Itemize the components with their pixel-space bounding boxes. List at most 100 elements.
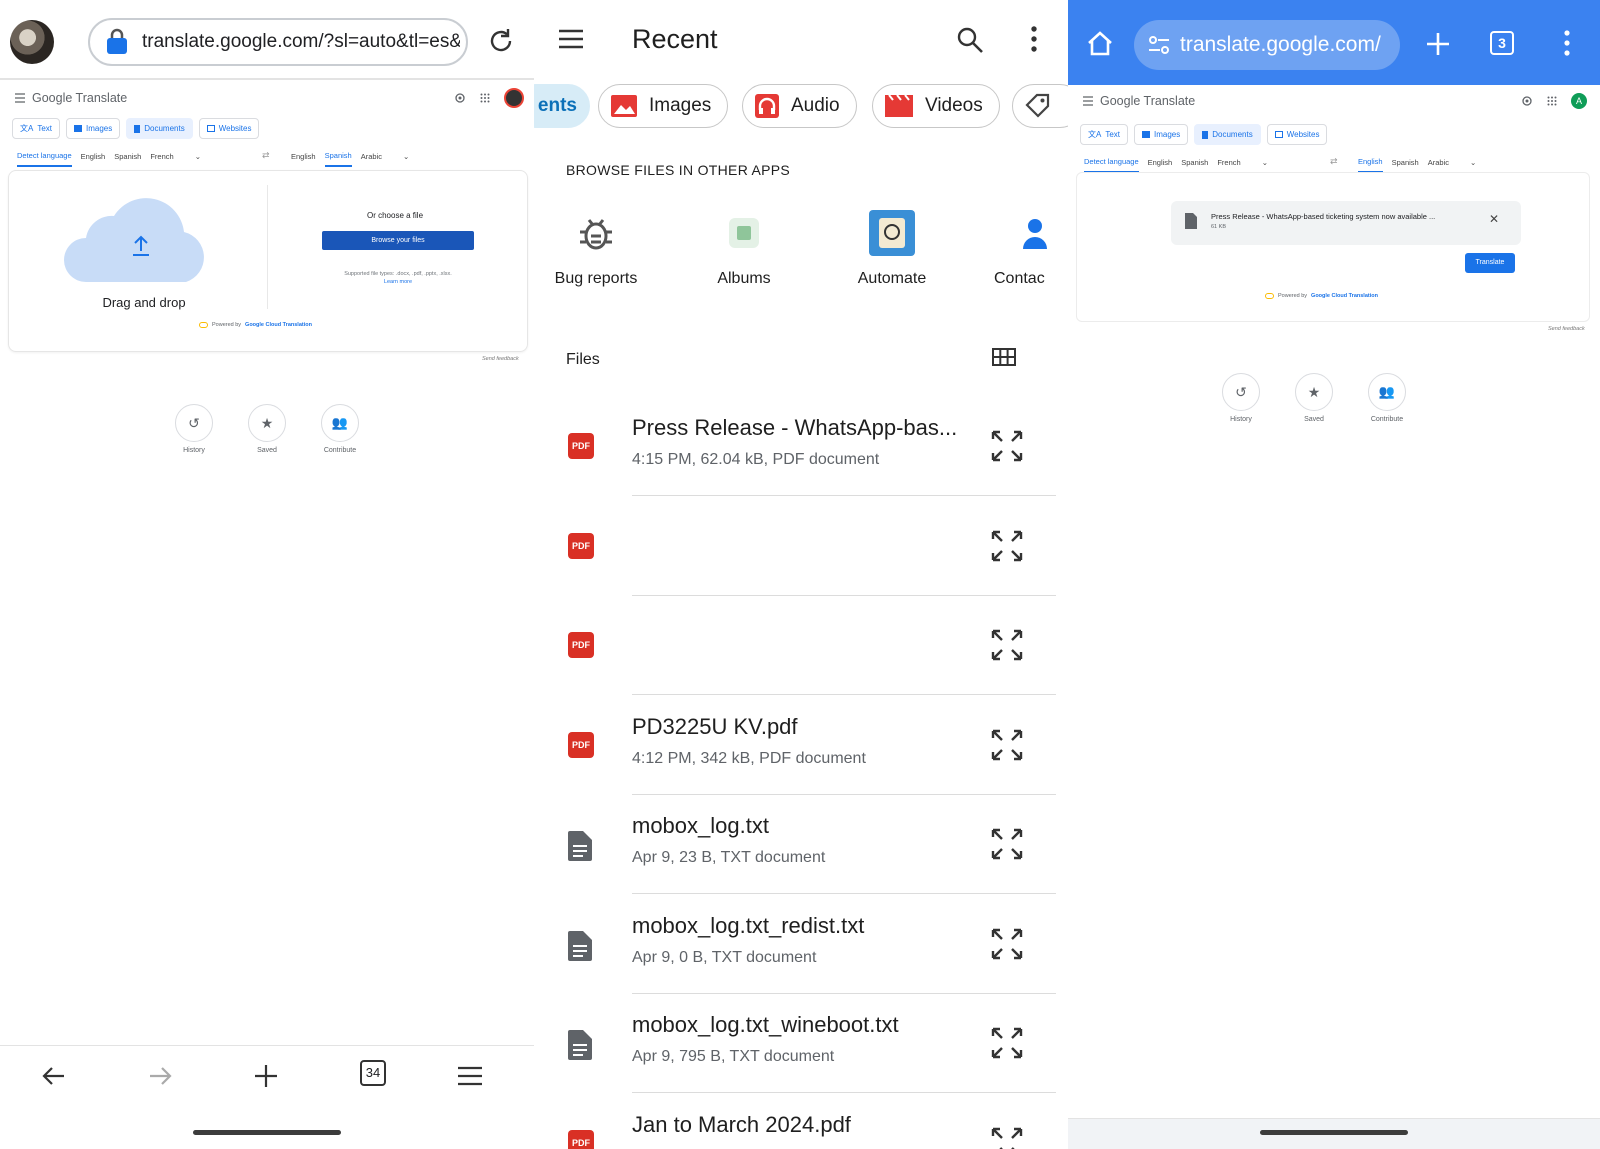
- tab-images[interactable]: Images: [66, 118, 121, 139]
- swap-icon[interactable]: ⇄: [262, 150, 270, 161]
- app-automate[interactable]: Automate: [822, 208, 962, 288]
- expand-icon[interactable]: [990, 628, 1024, 662]
- expand-icon[interactable]: [990, 1126, 1024, 1149]
- profile-avatar[interactable]: [10, 20, 54, 64]
- target-lang-english[interactable]: English: [1358, 157, 1383, 173]
- expand-icon[interactable]: [990, 827, 1024, 861]
- chip-videos[interactable]: Videos: [872, 84, 1000, 128]
- menu-icon[interactable]: [14, 93, 26, 103]
- source-lang-detect[interactable]: Detect language: [1084, 157, 1139, 173]
- albums-icon: [674, 208, 814, 258]
- website-icon: [1274, 131, 1283, 138]
- send-feedback-link[interactable]: Send feedback: [482, 356, 519, 362]
- chevron-down-icon[interactable]: ⌄: [1262, 158, 1268, 172]
- image-icon: [1142, 131, 1151, 138]
- chevron-down-icon[interactable]: ⌄: [1470, 158, 1476, 172]
- tab-text[interactable]: 文A Text: [1080, 124, 1129, 145]
- star-icon: ★: [1307, 383, 1321, 400]
- more-vert-icon[interactable]: [1563, 30, 1571, 56]
- app-bug-reports[interactable]: Bug reports: [534, 208, 666, 288]
- gesture-handle[interactable]: [193, 1130, 341, 1135]
- target-lang-spanish[interactable]: Spanish: [1392, 158, 1419, 172]
- apps-grid-icon[interactable]: [1547, 96, 1557, 106]
- history-button[interactable]: ↺ History: [1211, 373, 1271, 423]
- more-vert-icon[interactable]: [1030, 26, 1038, 52]
- settings-icon[interactable]: [1521, 95, 1533, 107]
- target-lang-english[interactable]: English: [291, 152, 316, 166]
- tab-websites[interactable]: Websites: [198, 118, 260, 139]
- contribute-button[interactable]: 👥 Contribute: [1357, 373, 1417, 423]
- expand-icon[interactable]: [990, 1026, 1024, 1060]
- file-row[interactable]: mobox_log.txt_redist.txt Apr 9, 0 B, TXT …: [534, 895, 1068, 994]
- address-bar[interactable]: translate.google.com/?sl=auto&tl=es&: [88, 18, 468, 66]
- tab-count-button[interactable]: 34: [360, 1060, 386, 1086]
- grid-view-icon[interactable]: [992, 348, 1016, 366]
- source-lang-spanish[interactable]: Spanish: [114, 152, 141, 166]
- target-lang-arabic[interactable]: Arabic: [1428, 158, 1449, 172]
- site-info-icon[interactable]: [104, 28, 130, 56]
- app-albums[interactable]: Albums: [674, 208, 814, 288]
- source-lang-spanish[interactable]: Spanish: [1181, 158, 1208, 172]
- source-lang-french[interactable]: French: [150, 152, 173, 166]
- expand-icon[interactable]: [990, 728, 1024, 762]
- menu-icon[interactable]: [456, 1062, 484, 1090]
- search-icon[interactable]: [956, 26, 984, 54]
- account-avatar[interactable]: [504, 88, 524, 108]
- target-lang-arabic[interactable]: Arabic: [361, 152, 382, 166]
- forward-arrow-icon[interactable]: [146, 1062, 174, 1090]
- tune-icon[interactable]: [1148, 36, 1170, 54]
- browse-files-button[interactable]: Browse your files: [322, 231, 474, 250]
- source-lang-detect[interactable]: Detect language: [17, 151, 72, 167]
- file-row[interactable]: PDF Press Release - WhatsApp-bas... 4:15 P…: [534, 397, 1068, 496]
- expand-icon[interactable]: [990, 927, 1024, 961]
- chip-tags[interactable]: [1012, 84, 1068, 128]
- url-text: translate.google.com/: [1180, 33, 1381, 56]
- expand-icon[interactable]: [990, 529, 1024, 563]
- source-lang-english[interactable]: English: [1148, 158, 1173, 172]
- apps-grid-icon[interactable]: [480, 93, 490, 103]
- file-row[interactable]: PDF Jan to March 2024.pdf: [534, 1094, 1068, 1149]
- app-contacts[interactable]: Contac: [970, 208, 1068, 288]
- new-tab-icon[interactable]: [1426, 32, 1450, 56]
- file-row[interactable]: PDF: [534, 497, 1068, 596]
- tab-images[interactable]: Images: [1134, 124, 1189, 145]
- chip-images[interactable]: Images: [598, 84, 729, 128]
- upload-cloud-icon[interactable]: [61, 187, 221, 287]
- gesture-handle[interactable]: [1260, 1130, 1408, 1135]
- close-icon[interactable]: ✕: [1489, 212, 1499, 226]
- home-icon[interactable]: [1086, 30, 1114, 56]
- tab-websites[interactable]: Websites: [1266, 124, 1328, 145]
- contribute-button[interactable]: 👥 Contribute: [310, 404, 370, 454]
- source-lang-french[interactable]: French: [1217, 158, 1240, 172]
- translate-button[interactable]: Translate: [1465, 253, 1515, 273]
- file-row[interactable]: PDF: [534, 596, 1068, 695]
- menu-icon[interactable]: [558, 28, 584, 50]
- send-feedback-link[interactable]: Send feedback: [1548, 326, 1585, 332]
- reload-icon[interactable]: [486, 26, 516, 56]
- file-row[interactable]: mobox_log.txt Apr 9, 23 B, TXT document: [534, 795, 1068, 894]
- history-button[interactable]: ↺ History: [164, 404, 224, 454]
- chevron-down-icon[interactable]: ⌄: [195, 152, 201, 166]
- chip-documents[interactable]: ents: [534, 84, 590, 128]
- settings-icon[interactable]: [454, 92, 466, 104]
- tab-documents[interactable]: Documents: [126, 118, 193, 139]
- expand-icon[interactable]: [990, 429, 1024, 463]
- new-tab-icon[interactable]: [252, 1062, 280, 1090]
- chip-audio[interactable]: Audio: [742, 84, 857, 128]
- learn-more-link[interactable]: Learn more: [305, 279, 491, 285]
- saved-button[interactable]: ★ Saved: [237, 404, 297, 454]
- back-arrow-icon[interactable]: [40, 1062, 68, 1090]
- saved-button[interactable]: ★ Saved: [1284, 373, 1344, 423]
- tab-text[interactable]: 文A Text: [12, 118, 61, 139]
- target-lang-spanish[interactable]: Spanish: [324, 151, 352, 167]
- menu-icon[interactable]: [1082, 96, 1094, 106]
- swap-icon[interactable]: ⇄: [1330, 156, 1338, 167]
- file-row[interactable]: mobox_log.txt_wineboot.txt Apr 9, 795 B, …: [534, 994, 1068, 1093]
- tab-count-button[interactable]: 3: [1490, 31, 1514, 55]
- chevron-down-icon[interactable]: ⌄: [403, 152, 409, 166]
- file-row[interactable]: PDF PD3225U KV.pdf 4:12 PM, 342 kB, PDF do…: [534, 696, 1068, 795]
- source-lang-english[interactable]: English: [81, 152, 106, 166]
- address-bar[interactable]: translate.google.com/: [1134, 20, 1400, 70]
- account-avatar[interactable]: A: [1571, 93, 1587, 109]
- tab-documents[interactable]: Documents: [1194, 124, 1261, 145]
